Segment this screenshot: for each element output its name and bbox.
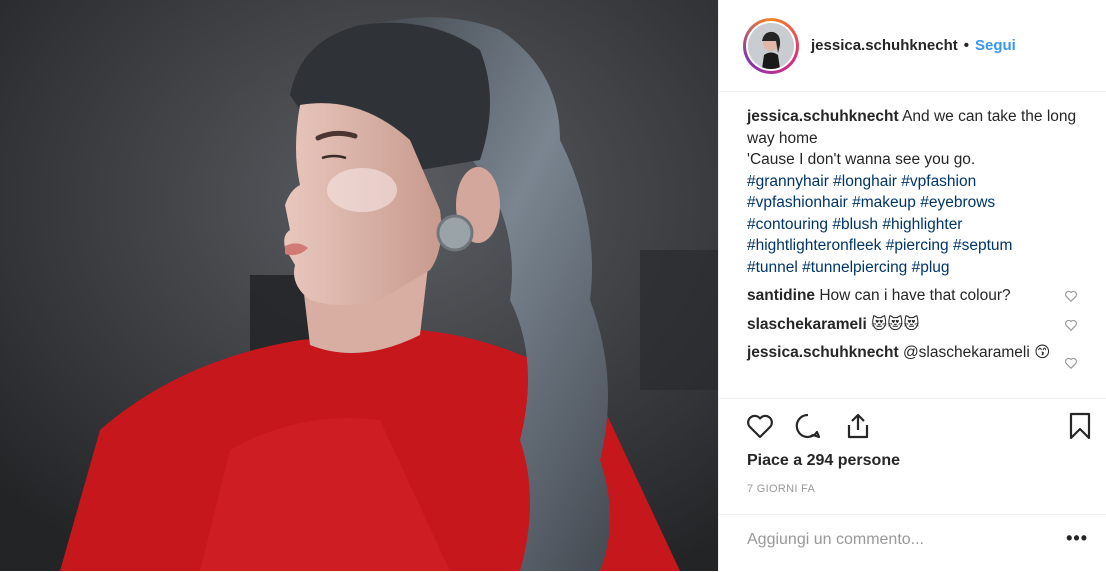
comment-username[interactable]: slaschekarameli <box>747 316 867 333</box>
share-icon[interactable] <box>843 411 873 441</box>
action-bar <box>719 398 1106 449</box>
caption-username[interactable]: jessica.schuhknecht <box>747 108 899 125</box>
hashtag-link[interactable]: #vpfashionhair <box>747 194 848 211</box>
hashtag-link[interactable]: #septum <box>953 237 1012 254</box>
post-container: jessica.schuhknecht • Segui jessica.schu… <box>0 0 1106 571</box>
hashtag-link[interactable]: #tunnel <box>747 259 798 276</box>
post-author-username[interactable]: jessica.schuhknecht <box>811 37 958 54</box>
hashtag-line: #grannyhair #longhair #vpfashion <box>747 171 1082 193</box>
comments-list[interactable]: jessica.schuhknecht And we can take the … <box>719 92 1106 398</box>
add-comment-input[interactable] <box>747 531 1037 549</box>
hashtag-link[interactable]: #blush <box>832 216 878 233</box>
hashtag-link[interactable]: #vpfashion <box>901 173 976 190</box>
hashtag-link[interactable]: #plug <box>912 259 950 276</box>
comment-username[interactable]: santidine <box>747 287 815 304</box>
avatar-frame <box>746 20 796 71</box>
comment-text: How can i have that colour? <box>819 287 1011 304</box>
hashtag-link[interactable]: #contouring <box>747 216 828 233</box>
avatar[interactable] <box>743 17 799 74</box>
comment-icon[interactable] <box>793 411 823 441</box>
avatar-image <box>748 22 794 69</box>
post-side-panel: jessica.schuhknecht • Segui jessica.schu… <box>718 0 1106 571</box>
comment-username[interactable]: jessica.schuhknecht <box>747 344 899 361</box>
header-separator: • <box>963 37 969 54</box>
avatar-photo <box>748 22 794 69</box>
hashtag-link[interactable]: #hightlighteronfleek <box>747 237 881 254</box>
post-photo[interactable] <box>0 0 718 571</box>
portrait-image <box>0 0 718 571</box>
hashtag-link[interactable]: #highlighter <box>882 216 962 233</box>
likes-count[interactable]: Piace a 294 persone <box>747 452 900 470</box>
hashtag-link[interactable]: #grannyhair <box>747 173 829 190</box>
post-caption: jessica.schuhknecht And we can take the … <box>747 106 1082 278</box>
post-header: jessica.schuhknecht • Segui <box>719 0 1106 92</box>
comment-text: @slaschekarameli 😙 <box>902 344 1051 361</box>
bookmark-icon[interactable] <box>1065 411 1095 441</box>
comment-item: santidine How can i have that colour? <box>747 285 1082 307</box>
hashtag-line: #hightlighteronfleek #piercing #septum <box>747 235 1082 257</box>
heart-icon[interactable] <box>745 411 775 441</box>
hashtag-link[interactable]: #makeup <box>852 194 916 211</box>
like-comment-heart-icon[interactable] <box>1064 318 1078 332</box>
hashtag-link[interactable]: #longhair <box>833 173 897 190</box>
add-comment-section: ••• <box>719 514 1106 572</box>
like-comment-heart-icon[interactable] <box>1064 356 1078 370</box>
hashtag-line: #contouring #blush #highlighter <box>747 214 1082 236</box>
follow-button[interactable]: Segui <box>975 37 1016 54</box>
hashtag-link[interactable]: #tunnelpiercing <box>802 259 907 276</box>
comment-item: slaschekarameli 😻😻😻 <box>747 314 1082 336</box>
caption-text-line2: 'Cause I don't wanna see you go. <box>747 151 976 168</box>
like-comment-heart-icon[interactable] <box>1064 289 1078 303</box>
hashtag-line: #tunnel #tunnelpiercing #plug <box>747 257 1082 279</box>
hashtag-line: #vpfashionhair #makeup #eyebrows <box>747 192 1082 214</box>
more-options-icon[interactable]: ••• <box>1066 529 1088 547</box>
comment-item: jessica.schuhknecht @slaschekarameli 😙 <box>747 342 1082 370</box>
hashtag-link[interactable]: #eyebrows <box>920 194 995 211</box>
comment-text: 😻😻😻 <box>871 315 920 333</box>
hashtag-link[interactable]: #piercing <box>886 237 949 254</box>
post-timestamp[interactable]: 7 GIORNI FA <box>747 483 815 495</box>
